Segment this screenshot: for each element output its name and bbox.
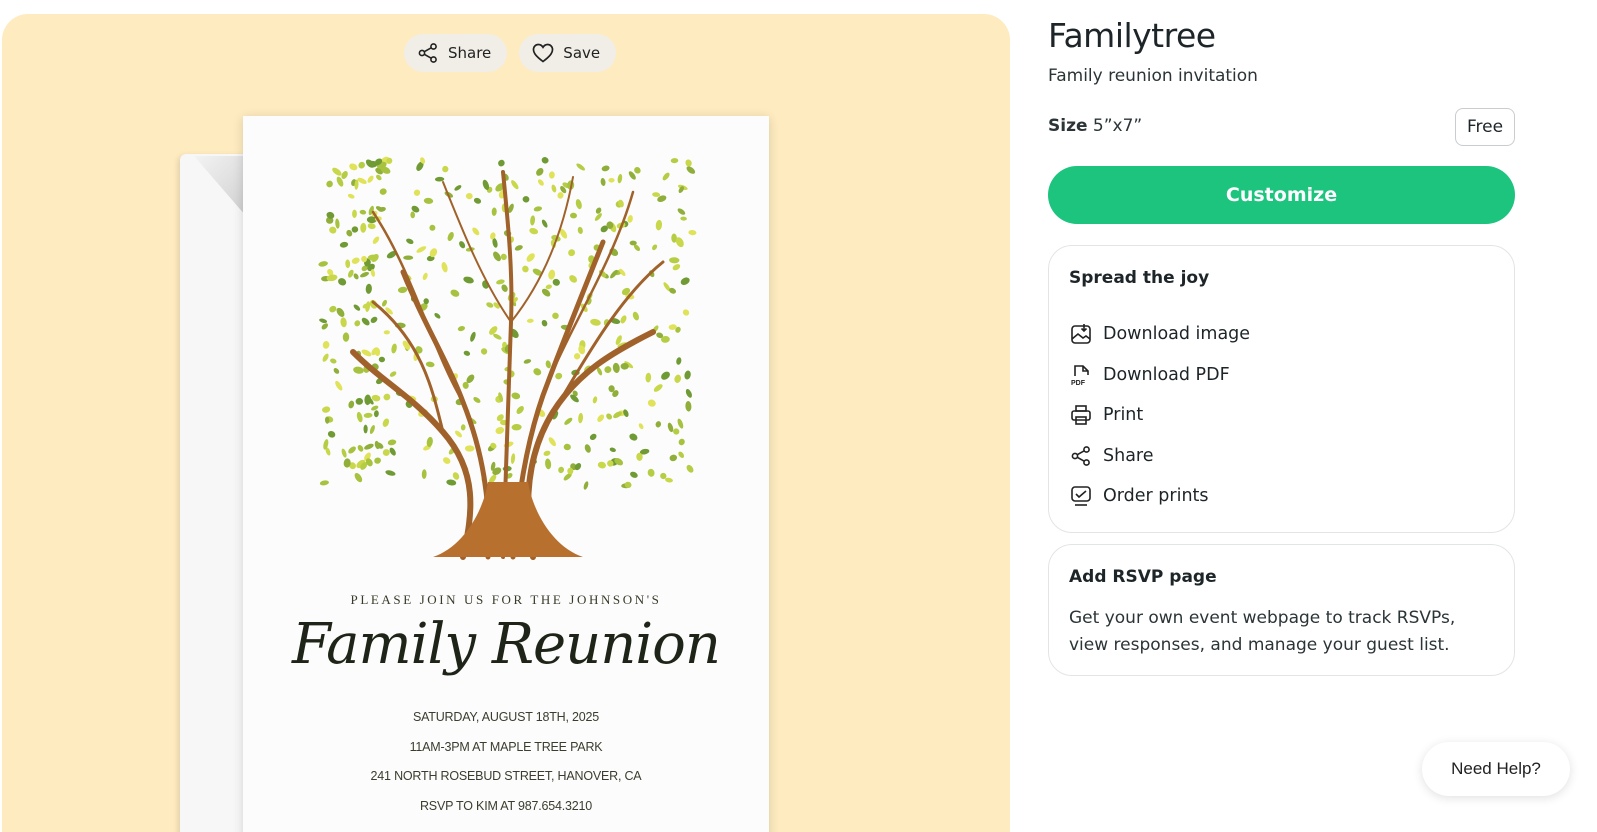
rsvp-description: Get your own event webpage to track RSVP… (1069, 608, 1456, 655)
page-title: Familytree (1048, 16, 1216, 55)
card-preview-panel: Share Save PLEASE JOIN US FOR THE JOHNSO… (2, 14, 1010, 832)
spread-title: Spread the joy (1069, 268, 1210, 288)
preview-actions: Share Save (404, 34, 617, 72)
download-image-icon (1071, 324, 1091, 345)
invitation-rsvp: RSVP TO KIM AT 987.654.3210 (419, 799, 593, 813)
invitation-time-place: 11AM-3PM AT MAPLE TREE PARK (409, 740, 603, 754)
printer-icon (1071, 405, 1091, 426)
invitation-address: 241 NORTH ROSEBUD STREET, HANOVER, CA (370, 769, 642, 783)
svg-text:PDF: PDF (1071, 380, 1086, 387)
tree-illustration (318, 156, 697, 560)
customize-button[interactable]: Customize (1048, 166, 1515, 224)
save-button[interactable]: Save (519, 34, 617, 72)
share-menu-label: Share (1103, 445, 1154, 466)
add-rsvp-panel[interactable]: Add RSVP page Get your own event webpage… (1048, 544, 1515, 676)
save-label: Save (563, 44, 601, 62)
spread-the-joy-panel: Spread the joy Download image PDF Downlo… (1048, 245, 1515, 533)
spread-menu: Download image PDF Download PDF Print Sh… (1069, 314, 1250, 517)
order-prints-button[interactable]: Order prints (1069, 476, 1250, 517)
price-badge: Free (1455, 108, 1515, 146)
pdf-icon: PDF (1071, 364, 1089, 387)
print-button[interactable]: Print (1069, 395, 1250, 436)
share-button[interactable]: Share (404, 34, 508, 72)
download-image-button[interactable]: Download image (1069, 314, 1250, 355)
invitation-intro: PLEASE JOIN US FOR THE JOHNSON'S (350, 592, 662, 607)
rsvp-title: Add RSVP page (1069, 567, 1217, 587)
size-label: Size (1048, 116, 1088, 136)
order-prints-label: Order prints (1103, 486, 1209, 507)
print-label: Print (1103, 405, 1144, 426)
download-pdf-label: Download PDF (1103, 364, 1230, 385)
share-label: Share (448, 44, 492, 62)
share-menu-button[interactable]: Share (1069, 436, 1250, 477)
download-pdf-button[interactable]: PDF Download PDF (1069, 355, 1250, 396)
invitation-date: SATURDAY, AUGUST 18TH, 2025 (412, 710, 600, 724)
template-subtitle: Family reunion invitation (1048, 66, 1258, 86)
order-prints-icon (1071, 486, 1091, 507)
share-icon (1071, 445, 1090, 466)
size-value: 5”x7” (1092, 116, 1143, 136)
download-image-label: Download image (1103, 324, 1251, 345)
invitation-title: Family Reunion (292, 612, 721, 677)
need-help-button[interactable]: Need Help? (1422, 742, 1570, 796)
share-icon (418, 43, 437, 63)
size-info: Size 5”x7” (1048, 116, 1142, 136)
invitation-card: PLEASE JOIN US FOR THE JOHNSON'S Family … (243, 116, 769, 832)
heart-icon (532, 43, 554, 63)
